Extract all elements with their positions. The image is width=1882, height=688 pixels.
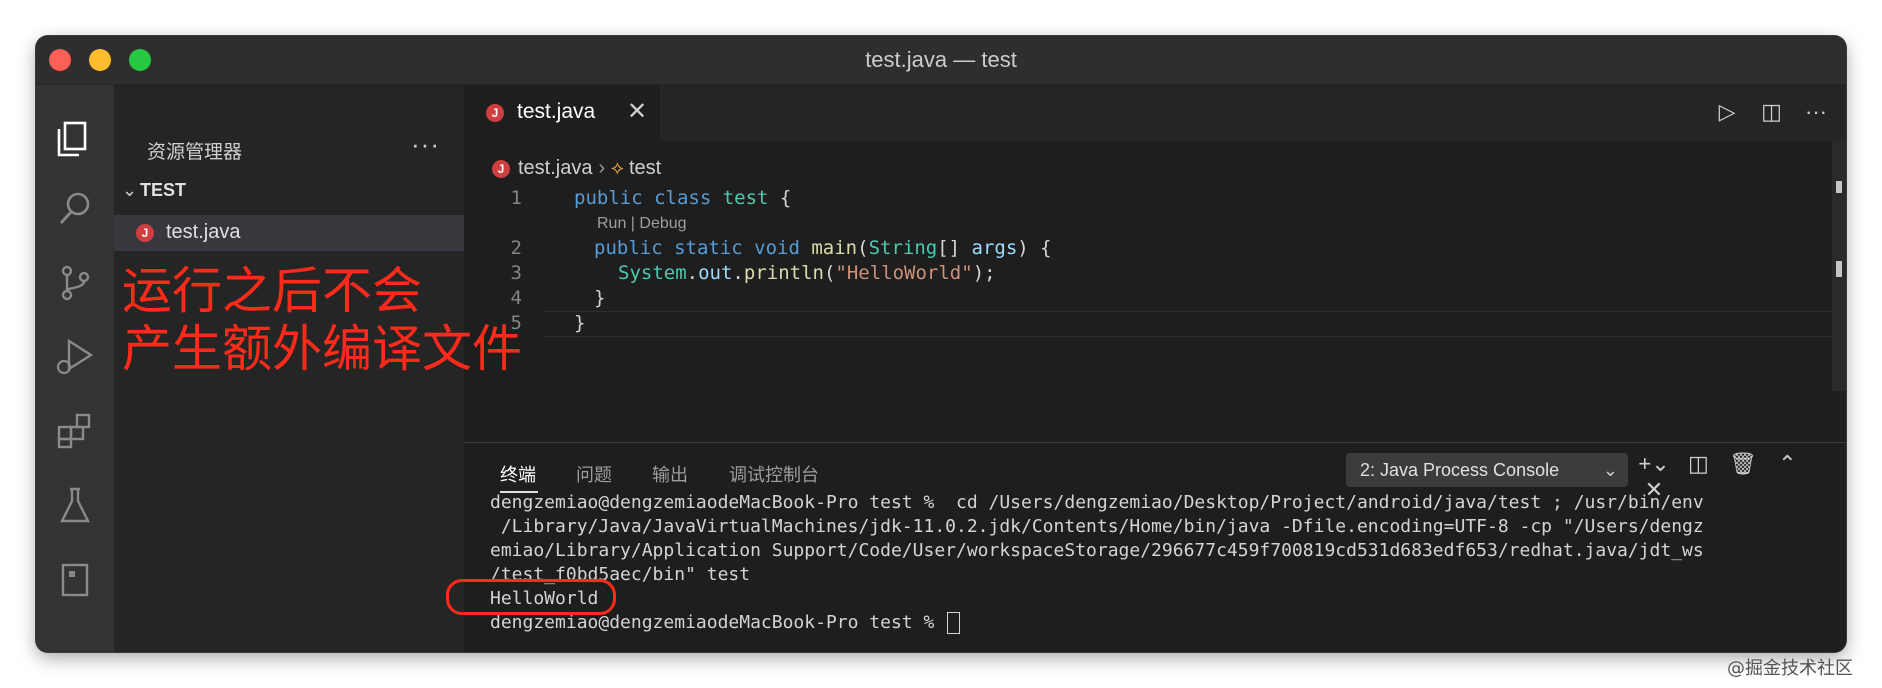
- split-terminal-icon[interactable]: ◫: [1678, 451, 1718, 477]
- workspace-section[interactable]: ⌄ TEST: [122, 180, 186, 201]
- code-token: println: [743, 262, 824, 284]
- window-title: test.java — test: [865, 47, 1017, 72]
- source-control-icon[interactable]: [51, 259, 99, 307]
- scroll-marker: [1836, 181, 1842, 193]
- watermark: @掘金技术社区: [1727, 658, 1853, 679]
- close-tab-icon[interactable]: ✕: [627, 97, 647, 126]
- line-number: 1: [510, 187, 522, 209]
- editor-area: J test.java ✕ ▷ ◫ ··· Jtest.java › ⟡ test …: [464, 85, 1846, 652]
- more-actions-icon[interactable]: ···: [411, 129, 440, 160]
- java-file-icon: J: [486, 104, 504, 122]
- chevron-right-icon: ›: [598, 157, 606, 179]
- code-token: .: [686, 262, 699, 284]
- breadcrumb-file[interactable]: test.java: [518, 157, 592, 179]
- code-token: public class: [574, 187, 723, 209]
- terminal-select-value: 2: Java Process Console: [1360, 460, 1560, 480]
- tab-terminal[interactable]: 终端: [500, 461, 536, 487]
- terminal-line: HelloWorld: [490, 588, 599, 609]
- tab-label: test.java: [517, 100, 596, 123]
- helloworld-highlight-ring: [446, 579, 616, 615]
- code-line: }: [594, 287, 606, 309]
- chevron-down-icon: ⌄: [122, 180, 138, 200]
- code-line: System.out.println("HelloWorld");: [618, 262, 996, 284]
- editor-tabs: J test.java ✕ ▷ ◫ ···: [464, 85, 1846, 141]
- code-token: ) {: [1017, 237, 1052, 259]
- run-debug-icon[interactable]: [51, 333, 99, 381]
- terminal-line: /Library/Java/JavaVirtualMachines/jdk-11…: [490, 516, 1704, 537]
- editor-scrollbar[interactable]: [1832, 141, 1846, 391]
- code-token: "HelloWorld": [835, 262, 973, 284]
- panel-icon[interactable]: [51, 555, 99, 603]
- terminal-prompt: dengzemiao@dengzemiaodeMacBook-Pro test …: [490, 612, 946, 633]
- file-item-label: test.java: [166, 221, 241, 243]
- chevron-down-icon: ⌄: [1602, 460, 1618, 480]
- breadcrumb: Jtest.java › ⟡ test: [492, 157, 661, 180]
- codelens-run-debug[interactable]: Run | Debug: [597, 215, 687, 233]
- terminal-line: emiao/Library/Application Support/Code/U…: [490, 540, 1704, 561]
- code-token: (: [857, 237, 869, 259]
- code-token: test: [722, 187, 769, 209]
- code-token: String: [868, 237, 938, 259]
- tab-output[interactable]: 输出: [652, 461, 688, 487]
- run-icon[interactable]: ▷: [1707, 99, 1747, 125]
- terminal-prompt-line: dengzemiao@dengzemiaodeMacBook-Pro test …: [490, 611, 1820, 635]
- workspace-label: TEST: [140, 180, 187, 200]
- terminal-select[interactable]: 2: Java Process Console ⌄: [1346, 453, 1628, 487]
- code-token: out: [698, 262, 733, 284]
- code-token: {: [768, 187, 792, 209]
- files-icon[interactable]: [51, 113, 99, 161]
- java-file-icon: J: [492, 159, 510, 178]
- class-symbol-icon: ⟡: [611, 158, 629, 179]
- current-line-highlight: [544, 311, 1834, 337]
- tab-test-java[interactable]: J test.java ✕: [464, 85, 660, 141]
- trash-icon[interactable]: 🗑: [1723, 451, 1763, 477]
- terminal-cursor: [947, 612, 961, 634]
- more-actions-icon[interactable]: ···: [1796, 99, 1836, 125]
- annotation-line: 运行之后不会: [122, 262, 422, 320]
- explorer-title: 资源管理器: [147, 142, 243, 163]
- code-token: args: [971, 237, 1018, 259]
- terminal-line: /test_f0bd5aec/bin" test: [490, 564, 751, 585]
- code-token: main: [811, 237, 858, 259]
- code-token: public static void: [594, 237, 812, 259]
- activity-bar: [36, 85, 114, 652]
- line-number: 2: [510, 237, 522, 259]
- chevron-up-icon[interactable]: ⌃: [1767, 451, 1807, 477]
- code-line: }: [574, 312, 586, 334]
- code-token: (: [823, 262, 836, 284]
- code-token: []: [937, 237, 972, 259]
- annotation-line: 产生额外编译文件: [122, 320, 522, 378]
- tab-debug-console[interactable]: 调试控制台: [729, 461, 819, 487]
- testing-icon[interactable]: [51, 481, 99, 529]
- terminal-line: dengzemiao@dengzemiaodeMacBook-Pro test …: [490, 492, 1704, 513]
- code-line: public class test {: [574, 187, 791, 209]
- code-token: .: [732, 262, 744, 284]
- split-editor-icon[interactable]: ◫: [1752, 99, 1792, 125]
- extensions-icon[interactable]: [51, 407, 99, 455]
- breadcrumb-symbol[interactable]: test: [629, 157, 661, 179]
- code-token: System: [618, 262, 687, 284]
- terminal-output[interactable]: dengzemiao@dengzemiaodeMacBook-Pro test …: [490, 491, 1820, 635]
- editor-actions: ▷ ◫ ···: [1707, 99, 1836, 125]
- code-line: public static void main(String[] args) {: [594, 237, 1052, 259]
- code-token: );: [972, 262, 996, 284]
- file-item-test-java[interactable]: J test.java: [114, 215, 464, 251]
- scroll-marker: [1836, 261, 1842, 277]
- tab-problems[interactable]: 问题: [576, 461, 612, 487]
- bottom-panel: 终端 问题 输出 调试控制台 2: Java Process Console ⌄…: [464, 442, 1846, 652]
- java-file-icon: J: [136, 224, 154, 242]
- new-terminal-icon[interactable]: +⌄: [1634, 451, 1674, 477]
- annotation-text: 运行之后不会 产生额外编译文件: [122, 262, 522, 378]
- title-bar: test.java — test: [36, 36, 1846, 85]
- search-icon[interactable]: [51, 185, 99, 233]
